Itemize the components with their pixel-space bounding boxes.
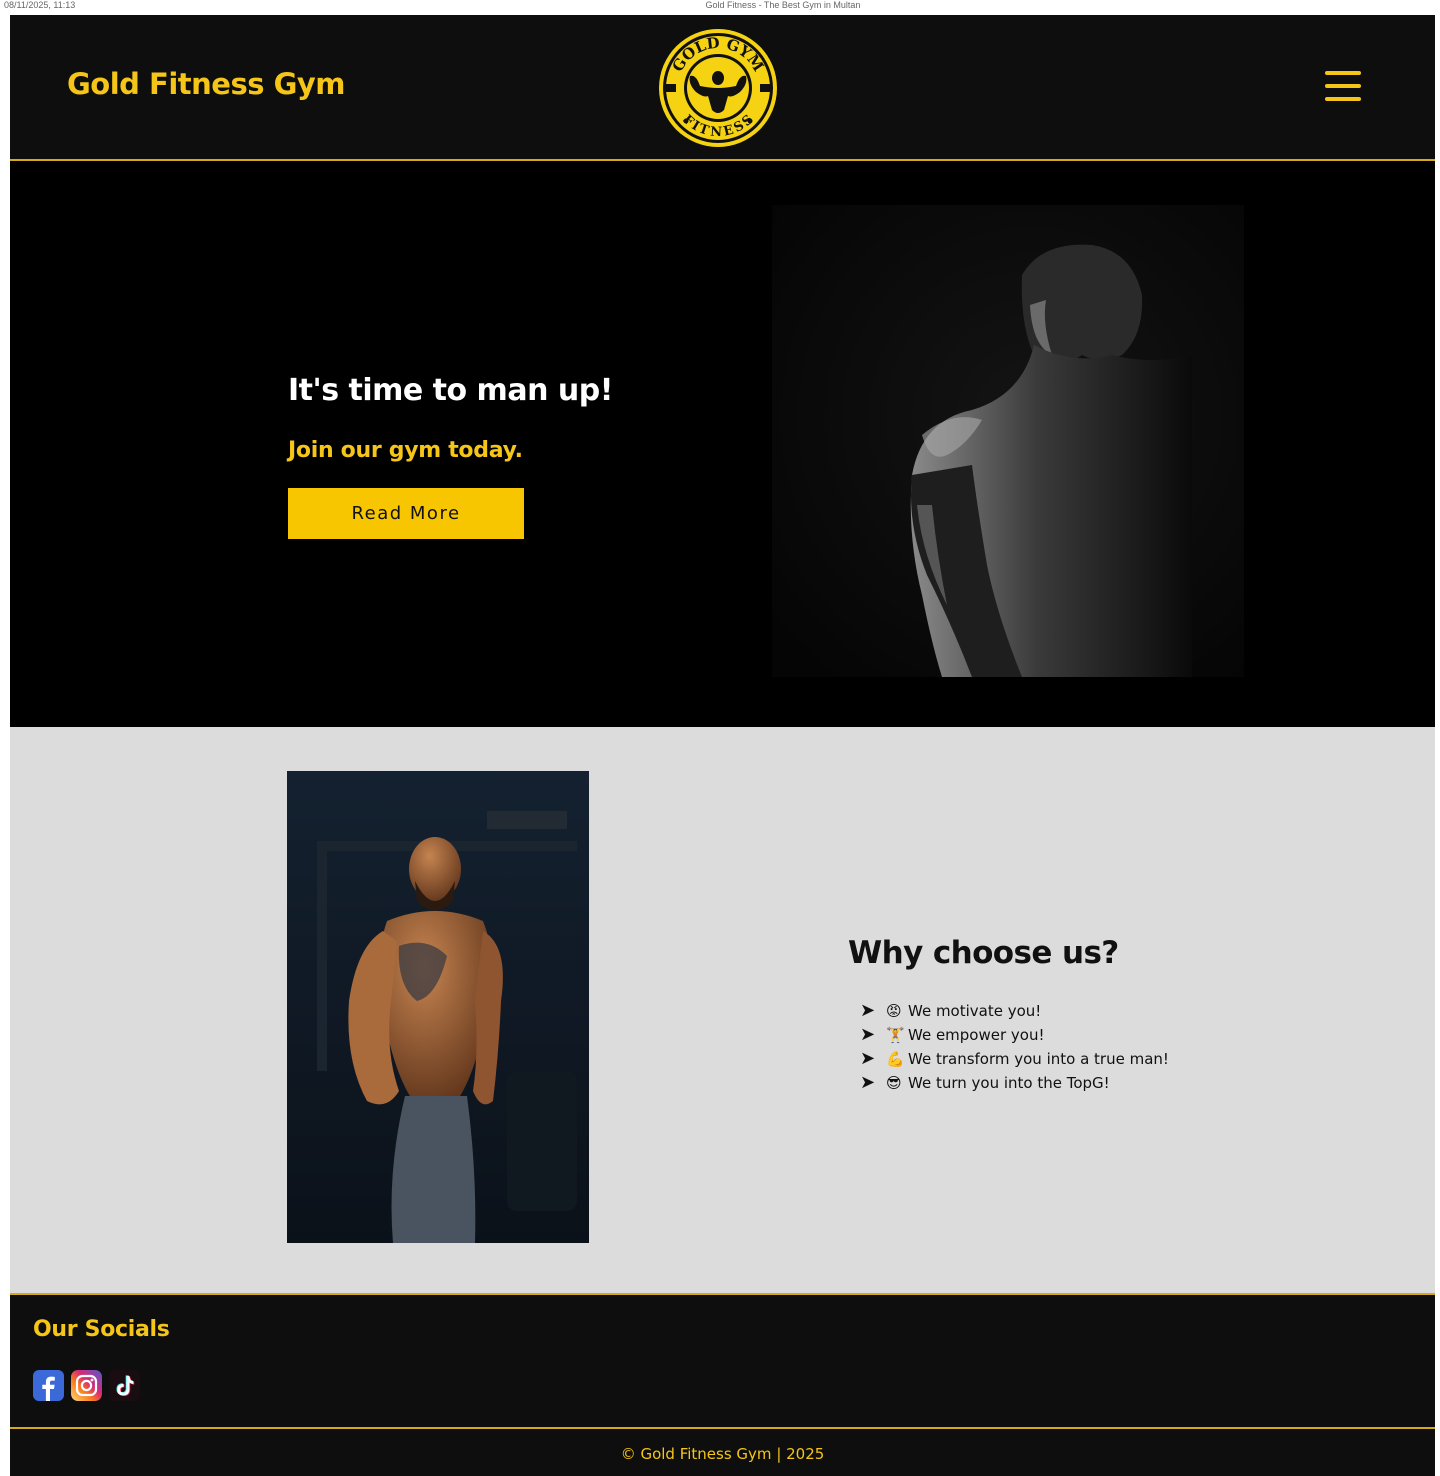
weightlifter-emoji-icon: 🏋: [886, 1026, 905, 1044]
why-title: Why choose us?: [848, 935, 1119, 971]
gold-gym-logo[interactable]: GOLD GYM FITNESS: [656, 26, 780, 150]
angry-face-emoji-icon: 😡: [886, 1002, 902, 1020]
arrow-bullet-icon: ➤: [860, 1000, 876, 1021]
socials-footer: Our Socials: [10, 1293, 1435, 1429]
trainer-photo: [287, 771, 589, 1243]
site-header: Gold Fitness Gym GOLD GYM FITNESS: [10, 15, 1435, 161]
copyright-bar: © Gold Fitness Gym | 2025: [10, 1427, 1435, 1476]
list-item: ➤ 💪 We transform you into a true man!: [860, 1047, 1169, 1071]
hamburger-menu-icon[interactable]: [1325, 70, 1361, 102]
flexed-biceps-emoji-icon: 💪: [886, 1050, 905, 1068]
instagram-icon[interactable]: [71, 1370, 102, 1401]
page: Gold Fitness Gym GOLD GYM FITNESS: [10, 15, 1435, 1476]
brand-name[interactable]: Gold Fitness Gym: [67, 67, 346, 101]
print-header: 08/11/2025, 11:13 Gold Fitness - The Bes…: [0, 0, 1440, 14]
why-item-text: We empower you!: [908, 1026, 1045, 1044]
hero-section: It's time to man up! Join our gym today.…: [10, 161, 1435, 727]
hero-title: It's time to man up!: [288, 373, 613, 408]
hero-bodybuilder-photo: [772, 205, 1244, 677]
list-item: ➤ 😡 We motivate you!: [860, 999, 1169, 1023]
read-more-button[interactable]: Read More: [288, 488, 524, 539]
list-item: ➤ 🏋 We empower you!: [860, 1023, 1169, 1047]
arrow-bullet-icon: ➤: [860, 1072, 876, 1093]
why-list: ➤ 😡 We motivate you! ➤ 🏋 We empower you!…: [860, 999, 1169, 1095]
sunglasses-face-emoji-icon: 😎: [886, 1074, 902, 1092]
why-choose-us-section: Why choose us? ➤ 😡 We motivate you! ➤ 🏋 …: [10, 727, 1435, 1293]
tiktok-icon[interactable]: [109, 1370, 140, 1401]
why-item-text: We transform you into a true man!: [908, 1050, 1169, 1068]
facebook-icon[interactable]: [33, 1370, 64, 1401]
hero-subtitle: Join our gym today.: [288, 438, 523, 463]
arrow-bullet-icon: ➤: [860, 1024, 876, 1045]
why-item-text: We motivate you!: [908, 1002, 1042, 1020]
socials-title: Our Socials: [33, 1317, 170, 1342]
print-page-title: Gold Fitness - The Best Gym in Multan: [705, 0, 861, 10]
list-item: ➤ 😎 We turn you into the TopG!: [860, 1071, 1169, 1095]
copyright-text: © Gold Fitness Gym | 2025: [620, 1445, 825, 1463]
why-item-text: We turn you into the TopG!: [908, 1074, 1110, 1092]
arrow-bullet-icon: ➤: [860, 1048, 876, 1069]
